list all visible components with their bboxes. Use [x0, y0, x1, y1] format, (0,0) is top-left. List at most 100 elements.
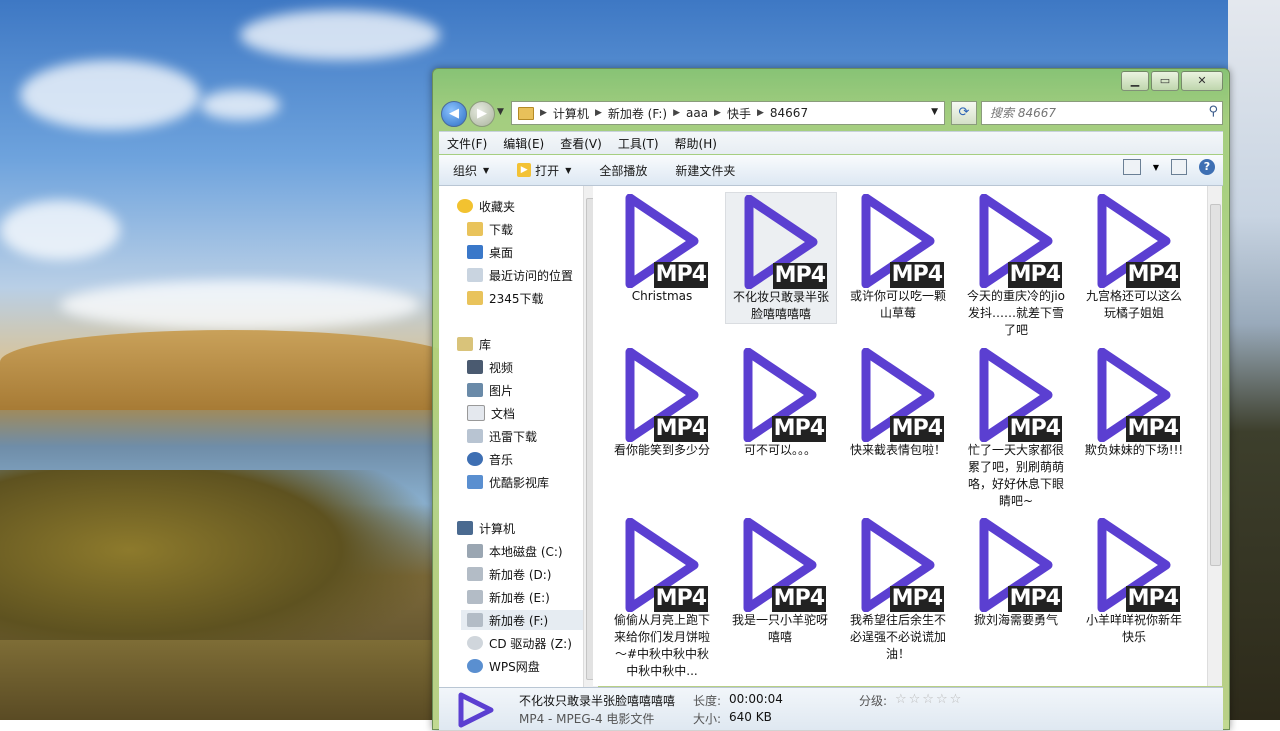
- details-pane: 不化妆只敢录半张脸嘻嘻嘻嘻 MP4 - MPEG-4 电影文件 长度: 00:0…: [439, 687, 1223, 730]
- minimize-button[interactable]: ▁: [1121, 71, 1149, 91]
- wps-cloud-icon: [467, 659, 483, 673]
- mp4-file-icon: MP4: [850, 346, 946, 442]
- file-item[interactable]: MP4 我是一只小羊驼呀嘻嘻: [725, 516, 835, 646]
- nav-label: 新加卷 (D:): [489, 567, 552, 582]
- file-item[interactable]: MP4 Christmas: [607, 192, 717, 305]
- file-item[interactable]: MP4 今天的重庆冷的jio发抖……就差下雪了吧: [961, 192, 1071, 339]
- open-button[interactable]: ▶ 打开 ▼: [503, 162, 585, 179]
- folder-icon: [518, 106, 534, 120]
- nav-youku[interactable]: 优酷影视库: [467, 472, 549, 492]
- nav-recent[interactable]: 最近访问的位置: [467, 265, 573, 285]
- nav-xunlei[interactable]: 迅雷下载: [467, 426, 537, 446]
- file-item-selected[interactable]: MP4 不化妆只敢录半张脸嘻嘻嘻嘻: [725, 192, 837, 324]
- menu-tools[interactable]: 工具(T): [610, 135, 667, 152]
- file-item[interactable]: MP4 忙了一天大家都很累了吧，别刷萌萌咯，好好休息下眼睛吧~: [961, 346, 1071, 510]
- change-view-icon[interactable]: [1122, 159, 1141, 175]
- menu-file[interactable]: 文件(F): [439, 135, 495, 152]
- address-bar[interactable]: ▶ 计算机 ▶ 新加卷 (F:) ▶ aaa ▶ 快手 ▶ 84667 ▼: [511, 101, 945, 125]
- nav-desktop[interactable]: 桌面: [467, 242, 513, 262]
- help-icon[interactable]: ?: [1199, 159, 1215, 175]
- file-item[interactable]: MP4 快来截表情包啦！: [843, 346, 953, 459]
- mp4-badge: MP4: [1007, 416, 1062, 442]
- chevron-down-icon[interactable]: ▼: [565, 166, 571, 175]
- search-input[interactable]: [982, 102, 1192, 124]
- file-item[interactable]: MP4 掀刘海需要勇气: [961, 516, 1071, 629]
- nav-label: 最近访问的位置: [489, 268, 574, 283]
- file-item[interactable]: MP4 九宫格还可以这么玩橘子姐姐: [1079, 192, 1189, 322]
- chevron-right-icon[interactable]: ▶: [712, 108, 723, 118]
- play-all-button[interactable]: 全部播放: [585, 162, 661, 179]
- preview-pane-icon[interactable]: [1171, 159, 1187, 175]
- nav-drive-e[interactable]: 新加卷 (E:): [467, 587, 550, 607]
- address-dropdown-icon[interactable]: ▼: [931, 107, 938, 117]
- mp4-file-icon: MP4: [614, 192, 710, 288]
- view-dropdown-icon[interactable]: ▼: [1153, 163, 1159, 172]
- rating-stars[interactable]: ☆☆☆☆☆: [895, 692, 963, 707]
- music-library-icon: [467, 452, 483, 466]
- nav-computer[interactable]: 计算机: [457, 518, 515, 538]
- file-item[interactable]: MP4 我希望往后余生不必逞强不必说谎加油！: [843, 516, 953, 663]
- mp4-badge: MP4: [1007, 586, 1062, 612]
- nav-drive-d[interactable]: 新加卷 (D:): [467, 564, 551, 584]
- file-item[interactable]: MP4 或许你可以吃一颗山草莓: [843, 192, 953, 322]
- file-name: 我是一只小羊驼呀嘻嘻: [731, 613, 828, 644]
- file-name: 或许你可以吃一颗山草莓: [849, 289, 946, 320]
- chevron-right-icon[interactable]: ▶: [538, 108, 549, 118]
- recent-pages-dropdown[interactable]: ▼: [497, 107, 504, 117]
- nav-drive-c[interactable]: 本地磁盘 (C:): [467, 541, 563, 561]
- file-item[interactable]: MP4 欺负妹妹的下场!!!: [1079, 346, 1189, 459]
- breadcrumb-drive-f[interactable]: 新加卷 (F:): [604, 105, 671, 122]
- pictures-library-icon: [467, 383, 483, 397]
- library-icon: [457, 337, 473, 351]
- play-all-label: 全部播放: [599, 163, 648, 178]
- nav-wps[interactable]: WPS网盘: [467, 656, 540, 676]
- search-icon[interactable]: ⚲: [1208, 104, 1218, 119]
- file-name: 我希望往后余生不必逞强不必说谎加油！: [849, 613, 946, 661]
- menu-view[interactable]: 查看(V): [552, 135, 610, 152]
- chevron-right-icon[interactable]: ▶: [755, 108, 766, 118]
- nav-music[interactable]: 音乐: [467, 449, 513, 469]
- chevron-right-icon[interactable]: ▶: [671, 108, 682, 118]
- nav-pictures[interactable]: 图片: [467, 380, 513, 400]
- menu-edit[interactable]: 编辑(E): [495, 135, 552, 152]
- nav-libraries[interactable]: 库: [457, 334, 491, 354]
- refresh-button[interactable]: ⟳: [951, 101, 977, 125]
- nav-2345-downloads[interactable]: 2345下载: [467, 288, 544, 308]
- file-list-scrollbar[interactable]: [1207, 186, 1222, 686]
- forward-button[interactable]: ▶: [469, 101, 495, 127]
- file-item[interactable]: MP4 小羊咩咩祝你新年快乐: [1079, 516, 1189, 646]
- breadcrumb-aaa[interactable]: aaa: [682, 106, 712, 120]
- breadcrumb-computer[interactable]: 计算机: [549, 105, 593, 122]
- mp4-file-icon: MP4: [614, 346, 710, 442]
- play-icon: ▶: [517, 163, 532, 177]
- nav-drive-f[interactable]: 新加卷 (F:): [461, 610, 589, 630]
- toolbar-right: ▼ ?: [1122, 159, 1215, 175]
- nav-favorites[interactable]: 收藏夹: [457, 196, 515, 216]
- nav-downloads[interactable]: 下载: [467, 219, 513, 239]
- new-folder-button[interactable]: 新建文件夹: [661, 162, 749, 179]
- nav-label: 新加卷 (E:): [489, 590, 550, 605]
- file-item[interactable]: MP4 看你能笑到多少分: [607, 346, 717, 459]
- breadcrumb-84667[interactable]: 84667: [766, 106, 812, 120]
- breadcrumb-kuaishou[interactable]: 快手: [723, 105, 755, 122]
- back-button[interactable]: ◀: [441, 101, 467, 127]
- nav-label: 收藏夹: [479, 199, 516, 214]
- chevron-right-icon[interactable]: ▶: [593, 108, 604, 118]
- downloads-folder-icon: [467, 222, 483, 236]
- nav-drive-z[interactable]: CD 驱动器 (Z:): [467, 633, 572, 653]
- nav-documents[interactable]: 文档: [467, 403, 515, 423]
- file-item[interactable]: MP4 偷偷从月亮上跑下来给你们发月饼啦～#中秋中秋中秋中秋中秋中...: [607, 516, 717, 680]
- size-label: 大小:: [693, 712, 722, 726]
- scrollbar-thumb[interactable]: [1210, 204, 1221, 566]
- file-item[interactable]: MP4 可不可以。。。: [725, 346, 835, 459]
- explorer-window: ▁ ▭ ✕ ◀ ▶ ▼ ▶ 计算机 ▶ 新加卷 (F:) ▶ aaa ▶ 快手 …: [432, 68, 1230, 730]
- nav-videos[interactable]: 视频: [467, 357, 513, 377]
- menu-help[interactable]: 帮助(H): [667, 135, 725, 152]
- file-name: 欺负妹妹的下场!!!: [1084, 443, 1184, 457]
- youku-library-icon: [467, 475, 483, 489]
- close-button[interactable]: ✕: [1181, 71, 1223, 91]
- organize-button[interactable]: 组织 ▼: [439, 162, 503, 179]
- search-box[interactable]: ⚲: [981, 101, 1223, 125]
- maximize-button[interactable]: ▭: [1151, 71, 1179, 91]
- drive-icon: [467, 590, 483, 604]
